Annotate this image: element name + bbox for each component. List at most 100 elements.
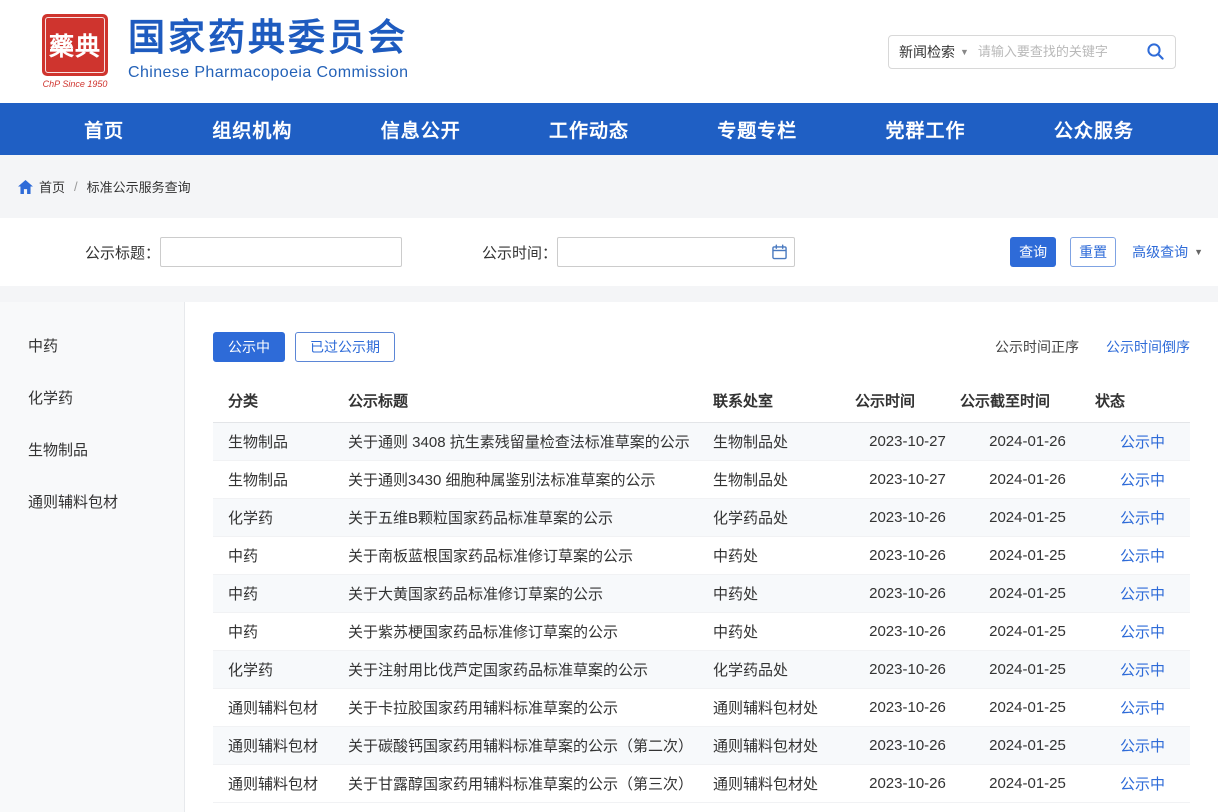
category-cell: 中药	[213, 612, 333, 650]
status-cell: 公示中	[1095, 536, 1190, 574]
category-cell: 生物制品	[213, 422, 333, 460]
publish-date-cell: 2023-10-26	[855, 726, 960, 764]
content-area: 中药 化学药 生物制品 通则辅料包材 公示中 已过公示期 公示时间正序 公示时间…	[0, 302, 1218, 812]
nav-item-info-disclosure[interactable]: 信息公开	[381, 116, 461, 143]
nav-item-home[interactable]: 首页	[84, 116, 124, 143]
status-cell: 公示中	[1095, 574, 1190, 612]
category-cell: 通则辅料包材	[213, 764, 333, 802]
title-cell[interactable]: 关于甘露醇国家药用辅料标准草案的公示（第三次）	[333, 764, 705, 802]
advanced-query-link[interactable]: 高级查询 ▼	[1132, 242, 1203, 262]
deadline-cell: 2024-01-26	[960, 460, 1095, 498]
status-link[interactable]: 公示中	[1120, 586, 1165, 603]
office-cell: 化学药品处	[705, 650, 855, 688]
sidebar-item-chemical[interactable]: 化学药	[0, 371, 184, 423]
nav-item-public-service[interactable]: 公众服务	[1054, 116, 1134, 143]
status-link[interactable]: 公示中	[1120, 510, 1165, 527]
site-header: 藥典 ChP Since 1950 国家药典委员会 Chinese Pharma…	[0, 0, 1218, 103]
office-cell: 生物制品处	[705, 422, 855, 460]
office-cell: 通则辅料包材处	[705, 688, 855, 726]
calendar-icon[interactable]	[772, 245, 787, 260]
column-header-office: 联系处室	[705, 380, 855, 422]
status-cell: 公示中	[1095, 498, 1190, 536]
nav-item-organization[interactable]: 组织机构	[212, 116, 292, 143]
deadline-cell: 2024-01-25	[960, 764, 1095, 802]
sidebar-item-general-excipients[interactable]: 通则辅料包材	[0, 475, 184, 527]
category-cell: 中药	[213, 574, 333, 612]
category-cell: 化学药	[213, 498, 333, 536]
deadline-cell: 2024-01-25	[960, 612, 1095, 650]
title-cell[interactable]: 关于南板蓝根国家药品标准修订草案的公示	[333, 536, 705, 574]
search-category-label: 新闻检索	[899, 42, 955, 62]
publish-date-cell: 2023-10-26	[855, 650, 960, 688]
status-cell: 公示中	[1095, 688, 1190, 726]
filter-panel: 公示标题： 公示时间： 查询 重置 高级查询 ▼	[0, 218, 1218, 286]
office-cell: 化学药品处	[705, 498, 855, 536]
table-row: 中药关于南板蓝根国家药品标准修订草案的公示中药处2023-10-262024-0…	[213, 536, 1190, 574]
title-cell[interactable]: 关于紫苏梗国家药品标准修订草案的公示	[333, 612, 705, 650]
header-search-input[interactable]	[978, 44, 1140, 59]
nav-item-party-work[interactable]: 党群工作	[886, 116, 966, 143]
office-cell: 中药处	[705, 574, 855, 612]
nav-item-work-news[interactable]: 工作动态	[549, 116, 629, 143]
title-cell[interactable]: 关于通则3430 细胞种属鉴别法标准草案的公示	[333, 460, 705, 498]
search-category-dropdown[interactable]: 新闻检索 ▼	[899, 42, 969, 62]
status-link[interactable]: 公示中	[1120, 700, 1165, 717]
status-link[interactable]: 公示中	[1120, 738, 1165, 755]
deadline-cell: 2024-01-26	[960, 422, 1095, 460]
title-cell[interactable]: 关于通则 3408 抗生素残留量检查法标准草案的公示	[333, 422, 705, 460]
sidebar-item-tcm[interactable]: 中药	[0, 319, 184, 371]
title-cell[interactable]: 关于五维B颗粒国家药品标准草案的公示	[333, 498, 705, 536]
tab-expired[interactable]: 已过公示期	[295, 332, 395, 362]
filter-title-input[interactable]	[160, 237, 402, 267]
filter-time-input[interactable]	[557, 237, 795, 267]
publish-date-cell: 2023-10-26	[855, 688, 960, 726]
query-button[interactable]: 查询	[1010, 237, 1056, 267]
status-link[interactable]: 公示中	[1120, 776, 1165, 793]
reset-button[interactable]: 重置	[1070, 237, 1116, 267]
status-link[interactable]: 公示中	[1120, 548, 1165, 565]
title-cell[interactable]: 关于注射用比伐芦定国家药品标准草案的公示	[333, 650, 705, 688]
tab-in-publicity[interactable]: 公示中	[213, 332, 285, 362]
office-cell: 中药处	[705, 612, 855, 650]
page-body: 首页 / 标准公示服务查询 公示标题： 公示时间： 查询 重置 高级查询 ▼	[0, 155, 1218, 812]
office-cell: 中药处	[705, 536, 855, 574]
site-subtitle: Chinese Pharmacopoeia Commission	[128, 64, 408, 82]
category-cell: 通则辅料包材	[213, 726, 333, 764]
publish-date-cell: 2023-10-27	[855, 460, 960, 498]
office-cell: 生物制品处	[705, 460, 855, 498]
title-cell[interactable]: 关于碳酸钙国家药用辅料标准草案的公示（第二次）	[333, 726, 705, 764]
deadline-cell: 2024-01-25	[960, 650, 1095, 688]
table-row: 化学药关于五维B颗粒国家药品标准草案的公示化学药品处2023-10-262024…	[213, 498, 1190, 536]
breadcrumb-current: 标准公示服务查询	[87, 177, 191, 196]
status-cell: 公示中	[1095, 460, 1190, 498]
filter-time-label: 公示时间：	[482, 242, 557, 263]
logo-seal-icon: 藥典 ChP Since 1950	[38, 14, 112, 89]
sort-time-desc-link[interactable]: 公示时间倒序	[1106, 337, 1190, 357]
sort-time-asc-link[interactable]: 公示时间正序	[995, 337, 1079, 357]
status-link[interactable]: 公示中	[1120, 434, 1165, 451]
title-cell[interactable]: 关于大黄国家药品标准修订草案的公示	[333, 574, 705, 612]
category-cell: 中药	[213, 536, 333, 574]
nav-item-special-topics[interactable]: 专题专栏	[717, 116, 797, 143]
search-button[interactable]	[1140, 42, 1165, 61]
publish-date-cell: 2023-10-26	[855, 536, 960, 574]
deadline-cell: 2024-01-25	[960, 574, 1095, 612]
status-cell: 公示中	[1095, 612, 1190, 650]
seal-caption: ChP Since 1950	[43, 79, 108, 89]
status-link[interactable]: 公示中	[1120, 624, 1165, 641]
status-link[interactable]: 公示中	[1120, 662, 1165, 679]
site-logo[interactable]: 藥典 ChP Since 1950 国家药典委员会 Chinese Pharma…	[38, 14, 408, 89]
advanced-query-label: 高级查询	[1132, 242, 1188, 262]
breadcrumb-separator: /	[74, 179, 78, 194]
table-row: 通则辅料包材关于甘露醇国家药用辅料标准草案的公示（第三次）通则辅料包材处2023…	[213, 764, 1190, 802]
status-cell: 公示中	[1095, 726, 1190, 764]
home-icon[interactable]	[18, 180, 33, 194]
title-cell[interactable]: 关于卡拉胶国家药用辅料标准草案的公示	[333, 688, 705, 726]
breadcrumb-home-link[interactable]: 首页	[39, 177, 65, 196]
table-row: 中药关于紫苏梗国家药品标准修订草案的公示中药处2023-10-262024-01…	[213, 612, 1190, 650]
status-cell: 公示中	[1095, 650, 1190, 688]
status-link[interactable]: 公示中	[1120, 472, 1165, 489]
main-nav: 首页 组织机构 信息公开 工作动态 专题专栏 党群工作 公众服务	[0, 103, 1218, 155]
column-header-publish-date: 公示时间	[855, 380, 960, 422]
sidebar-item-biologics[interactable]: 生物制品	[0, 423, 184, 475]
